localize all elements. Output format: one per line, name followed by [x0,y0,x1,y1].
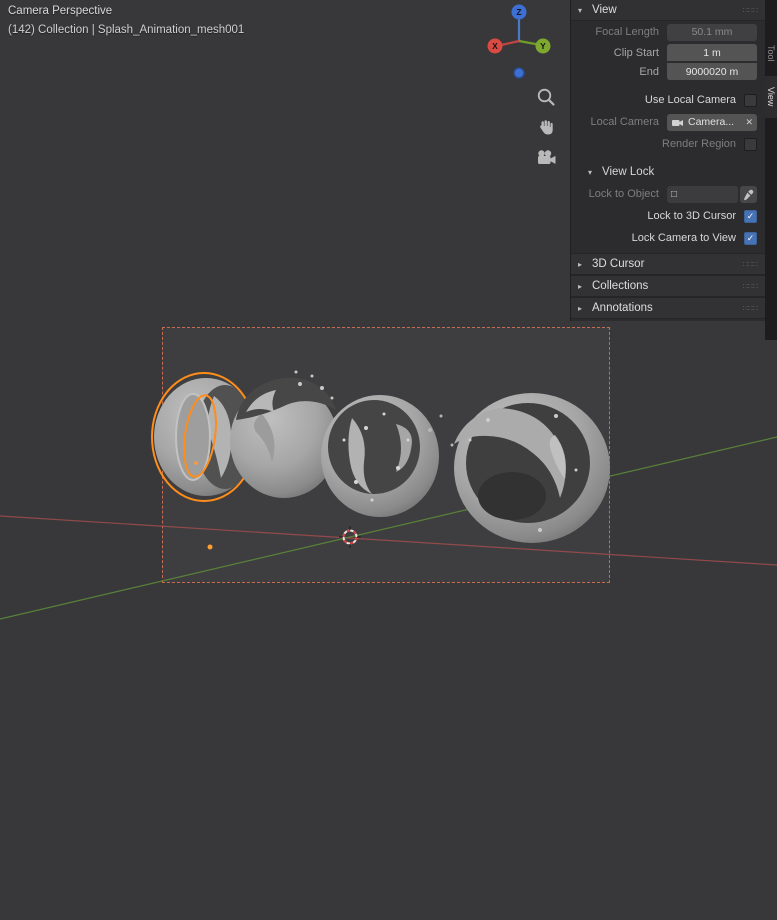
active-object-label: (142) Collection | Splash_Animation_mesh… [8,24,245,36]
eyedropper-button[interactable] [740,185,757,203]
tab-view-label: View [766,87,776,107]
panel-drag-grip-icon[interactable]: ∷∷∷ [743,304,758,313]
focal-length-field[interactable]: 50.1 mm [667,23,757,41]
clip-end-label: End [639,65,659,78]
viewport-header-text: Camera Perspective (142) Collection | Sp… [8,2,244,40]
clip-start-row: Clip Start 1 m [571,43,765,62]
check-icon: ✓ [746,210,755,221]
use-local-camera-row: Use Local Camera [571,89,765,111]
local-camera-value: Camera... [688,116,735,128]
lock-to-object-field[interactable]: □ [667,185,738,203]
gizmo-y-label: Y [540,41,546,51]
lock-to-object-label: Lock to Object [588,188,659,200]
tab-tool-label: Tool [766,44,776,62]
panel-open-icon: ▾ [578,5,583,15]
focal-length-label: Focal Length [595,26,659,38]
view-lock-subpanel-header[interactable]: ▾ View Lock [571,161,765,183]
panel-drag-grip-icon[interactable]: ∷∷∷ [743,282,758,291]
check-icon: ✓ [746,232,755,243]
3d-cursor-panel-title: 3D Cursor [592,258,645,270]
clip-end-field[interactable]: 9000020 m [667,63,757,80]
n-panel-sidebar: ▾ View ∷∷∷ Focal Length 50.1 mm Clip Sta… [570,0,765,321]
use-local-camera-label: Use Local Camera [644,94,736,106]
annotations-panel-header[interactable]: ▸ Annotations ∷∷∷ [571,297,765,319]
viewport-controls [535,86,557,170]
render-region-checkbox[interactable] [744,137,757,151]
clip-start-label: Clip Start [613,46,659,59]
zoom-icon[interactable] [535,86,557,108]
annotations-panel-title: Annotations [592,302,653,314]
panel-open-icon: ▾ [588,167,593,177]
view-name-label: Camera Perspective [8,5,113,17]
lock-to-3d-cursor-label: Lock to 3D Cursor [647,210,736,222]
focal-length-row: Focal Length 50.1 mm [571,21,765,43]
view-lock-title: View Lock [602,166,655,178]
local-camera-row: Local Camera Camera... ✕ [571,111,765,133]
lock-to-3d-cursor-checkbox[interactable]: ✓ [744,209,757,223]
tab-tool[interactable]: Tool [765,34,777,72]
clear-icon[interactable]: ✕ [745,117,753,128]
clip-end-row: End 9000020 m [571,62,765,81]
lock-to-object-row: Lock to Object □ [571,183,765,205]
3d-cursor-panel-header[interactable]: ▸ 3D Cursor ∷∷∷ [571,253,765,275]
use-local-camera-checkbox[interactable] [744,93,757,107]
object-placeholder-icon: □ [671,188,678,200]
render-region-label: Render Region [662,138,736,150]
panel-drag-grip-icon[interactable]: ∷∷∷ [743,260,758,269]
gizmo-negative-z-axis[interactable] [513,67,525,79]
view-panel-header[interactable]: ▾ View ∷∷∷ [571,0,765,21]
camera-data-icon [672,119,683,126]
local-camera-field[interactable]: Camera... ✕ [667,113,757,131]
collections-panel-title: Collections [592,280,649,292]
blender-3d-viewport: Camera Perspective (142) Collection | Sp… [0,0,777,920]
panel-closed-icon: ▸ [578,303,583,313]
camera-frame-border[interactable] [162,327,610,583]
lock-camera-to-view-label: Lock Camera to View [631,232,736,244]
navigation-gizmo[interactable]: Z X Y [485,2,555,84]
gizmo-x-label: X [492,41,498,51]
eyedropper-icon [744,189,754,200]
local-camera-label: Local Camera [590,116,659,128]
render-region-row: Render Region [571,133,765,155]
lock-to-3d-cursor-row: Lock to 3D Cursor ✓ [571,205,765,227]
clip-start-field[interactable]: 1 m [667,44,757,61]
tab-view[interactable]: View [765,76,777,118]
pan-hand-icon[interactable] [535,117,557,139]
lock-camera-to-view-row: Lock Camera to View ✓ [571,227,765,249]
lock-camera-to-view-checkbox[interactable]: ✓ [744,231,757,245]
gizmo-z-label: Z [516,7,521,17]
panel-closed-icon: ▸ [578,281,583,291]
panel-closed-icon: ▸ [578,259,583,269]
view-panel-title: View [592,4,617,16]
camera-view-icon[interactable] [535,148,557,170]
panel-drag-grip-icon[interactable]: ∷∷∷ [743,6,758,15]
collections-panel-header[interactable]: ▸ Collections ∷∷∷ [571,275,765,297]
